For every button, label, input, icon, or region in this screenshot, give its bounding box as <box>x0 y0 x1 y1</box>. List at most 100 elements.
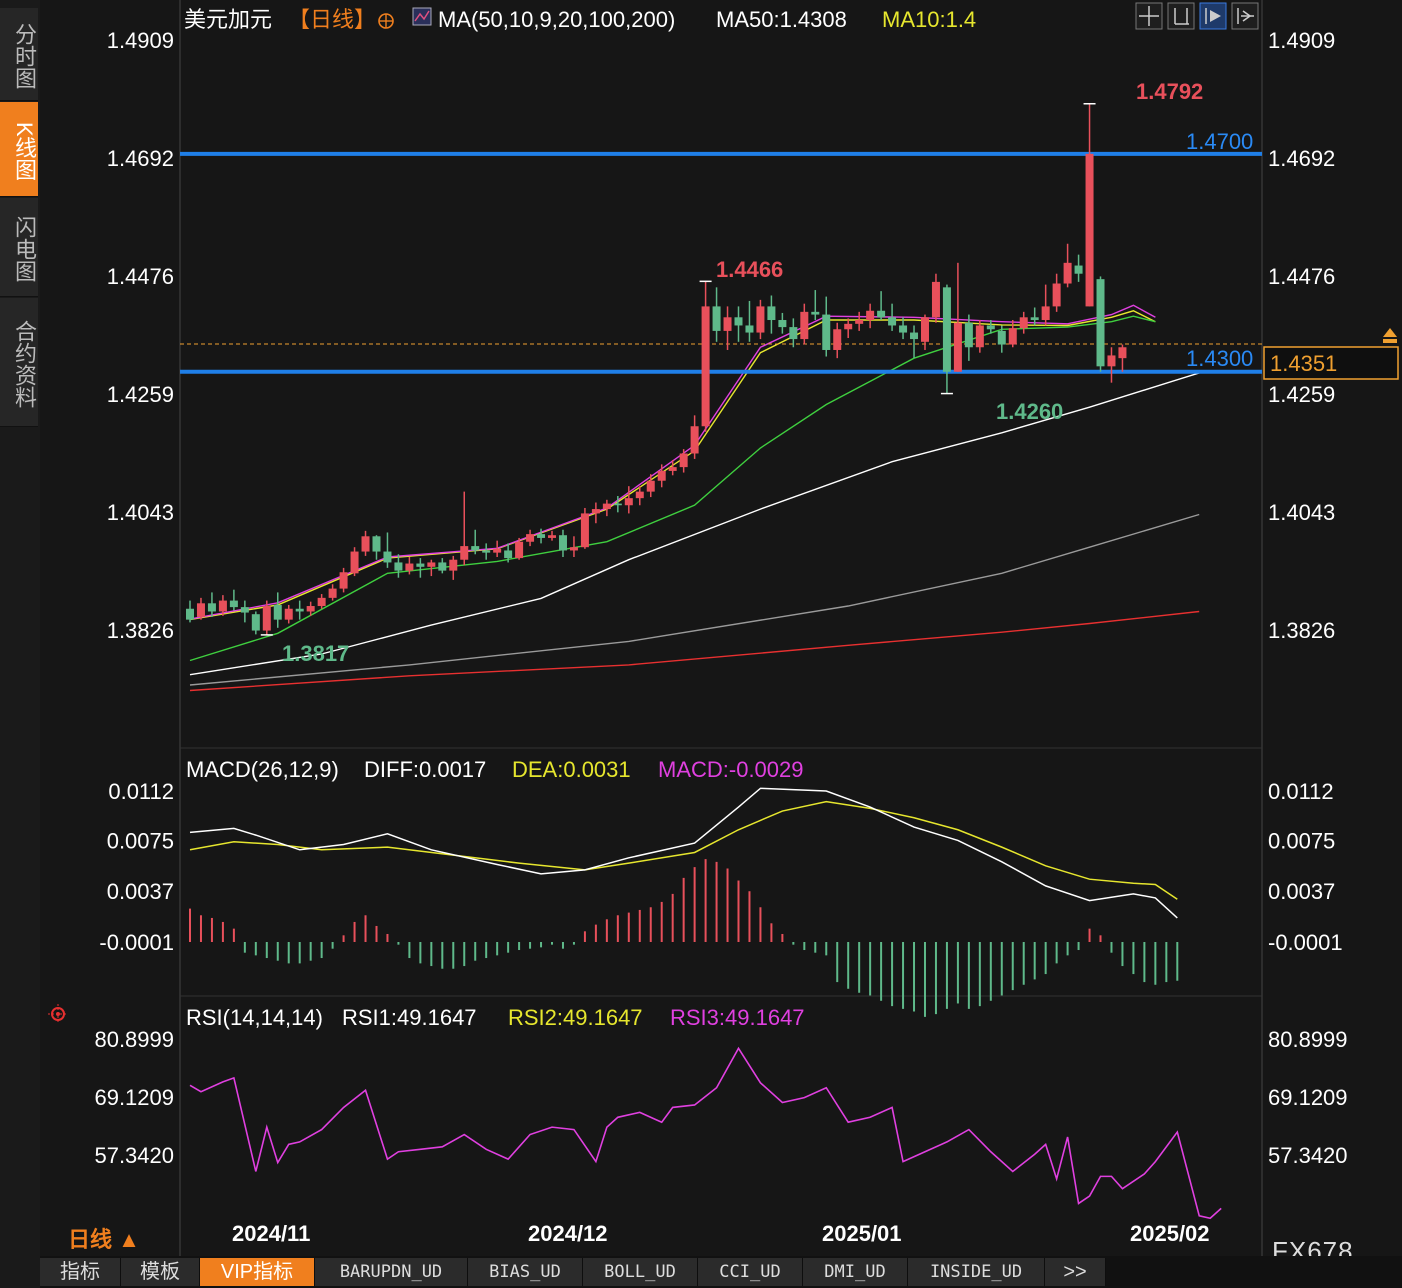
grid-icon[interactable] <box>1135 2 1163 30</box>
price-tick-left: 1.4043 <box>107 500 174 525</box>
tab-vip-indicators[interactable]: VIP指标 <box>200 1258 315 1286</box>
candle-body <box>1118 347 1127 359</box>
draw-icon[interactable] <box>1199 2 1227 30</box>
tab-templates[interactable]: 模板 <box>121 1258 200 1286</box>
macd-tick-left: 0.0112 <box>108 779 174 804</box>
sidebar-tab-kline[interactable]: K线图 <box>0 102 38 197</box>
candle-body <box>273 604 282 620</box>
rsi-title: RSI(14,14,14) <box>186 1005 323 1030</box>
candle-body <box>1030 317 1039 321</box>
candle-body <box>668 467 677 471</box>
chart-area[interactable]: 美元加元 【日线】 MA(50,10,9,20,100,200) MA50:1.… <box>40 0 1402 1256</box>
candle-body <box>1052 283 1061 307</box>
price-tick-right: 1.4692 <box>1268 146 1335 171</box>
macd-tick-left: 0.0075 <box>107 828 174 853</box>
candle-body <box>229 600 238 608</box>
rsi-tick-left: 69.1209 <box>94 1085 174 1110</box>
ma50-value: MA50:1.4308 <box>716 7 847 32</box>
crosshair-icon[interactable] <box>378 13 394 29</box>
sidebar-tab-timeshare[interactable]: 分时图 <box>0 8 38 101</box>
high-label: 1.4792 <box>1136 79 1203 104</box>
price-tick-right: 1.3826 <box>1268 618 1335 643</box>
tab-cci-ud[interactable]: CCI_UD <box>698 1258 803 1286</box>
candle-body <box>767 306 776 321</box>
tab-indicators[interactable]: 指标 <box>40 1258 121 1286</box>
candle-body <box>920 317 929 342</box>
candle-body <box>558 535 567 551</box>
tab-bias-ud[interactable]: BIAS_UD <box>468 1258 583 1286</box>
current-price-tag: 1.4351 <box>1263 346 1399 380</box>
candle-body <box>910 332 919 340</box>
candle-body <box>811 311 820 315</box>
candle-body <box>591 509 600 514</box>
candle-body <box>1063 262 1072 284</box>
candle-body <box>295 608 304 612</box>
candle-body <box>218 600 227 612</box>
candle-body <box>328 588 337 598</box>
exit-icon[interactable] <box>1231 2 1259 30</box>
candle-body <box>953 322 962 372</box>
candle-body <box>899 325 908 333</box>
tab-inside-ud[interactable]: INSIDE_UD <box>908 1258 1045 1286</box>
candle-body <box>317 597 326 607</box>
current-price-value: 1.4351 <box>1270 351 1337 376</box>
candle-body <box>931 281 940 318</box>
sidebar-tab-flash[interactable]: 闪电图 <box>0 198 38 297</box>
candle-body <box>734 317 743 326</box>
tab-barupdn-ud[interactable]: BARUPDN_UD <box>315 1258 468 1286</box>
candle-body <box>537 534 546 538</box>
macd-tick-right: 0.0037 <box>1268 879 1335 904</box>
candle-body <box>460 546 469 560</box>
candle-body <box>416 563 425 567</box>
macd-title: MACD(26,12,9) <box>186 757 339 782</box>
candle-body <box>1008 328 1017 345</box>
indicator-chart-icon[interactable] <box>412 7 432 26</box>
candle-body <box>251 614 260 631</box>
tab-more[interactable]: >> <box>1045 1258 1106 1286</box>
candle-body <box>548 535 557 538</box>
candle-body <box>207 603 216 612</box>
candle-body <box>580 513 589 548</box>
candle-body <box>800 311 809 340</box>
candle-body <box>383 551 392 563</box>
candle-body <box>482 550 491 553</box>
candle-body <box>306 606 315 612</box>
candle-body <box>635 491 644 499</box>
rsi3-value: RSI3:49.1647 <box>670 1005 805 1030</box>
period-selector[interactable]: 日线 ▲ <box>68 1222 140 1254</box>
x-label-2024-12: 2024/12 <box>528 1221 608 1246</box>
candle-body <box>339 572 348 589</box>
candle-body <box>471 546 480 551</box>
macd-tick-left: -0.0001 <box>99 930 174 955</box>
candle-body <box>888 317 897 326</box>
candle-body <box>986 325 995 330</box>
candle-body <box>186 608 194 620</box>
candle-body <box>361 536 370 552</box>
candle-body <box>427 562 436 567</box>
candle-body <box>1074 265 1083 274</box>
candle-body <box>624 498 633 506</box>
candle-body <box>822 314 831 350</box>
macd-value: MACD:-0.0029 <box>658 757 804 782</box>
price-tick-left: 1.4692 <box>107 146 174 171</box>
candle-body <box>833 329 842 350</box>
x-label-2025-01: 2025/01 <box>822 1221 902 1246</box>
candle-body <box>613 503 622 506</box>
bar-icon[interactable] <box>1167 2 1195 30</box>
candle-body <box>350 551 359 574</box>
candle-body <box>196 603 205 617</box>
candle-body <box>877 310 886 318</box>
candle-body <box>438 562 447 571</box>
macd-tick-right: -0.0001 <box>1268 930 1343 955</box>
sidebar-tab-contract[interactable]: 合约资料 <box>0 298 38 427</box>
candle-body <box>866 310 875 321</box>
rsi-tick-right: 57.3420 <box>1268 1143 1348 1168</box>
tab-boll-ud[interactable]: BOLL_UD <box>583 1258 698 1286</box>
support-label: 1.4300 <box>1186 346 1253 371</box>
local-high-label: 1.4466 <box>716 257 783 282</box>
candle-body <box>855 320 864 324</box>
candle-body <box>964 322 973 348</box>
price-tick-right: 1.4909 <box>1268 28 1335 53</box>
tab-dmi-ud[interactable]: DMI_UD <box>803 1258 908 1286</box>
candle-body <box>745 325 754 333</box>
